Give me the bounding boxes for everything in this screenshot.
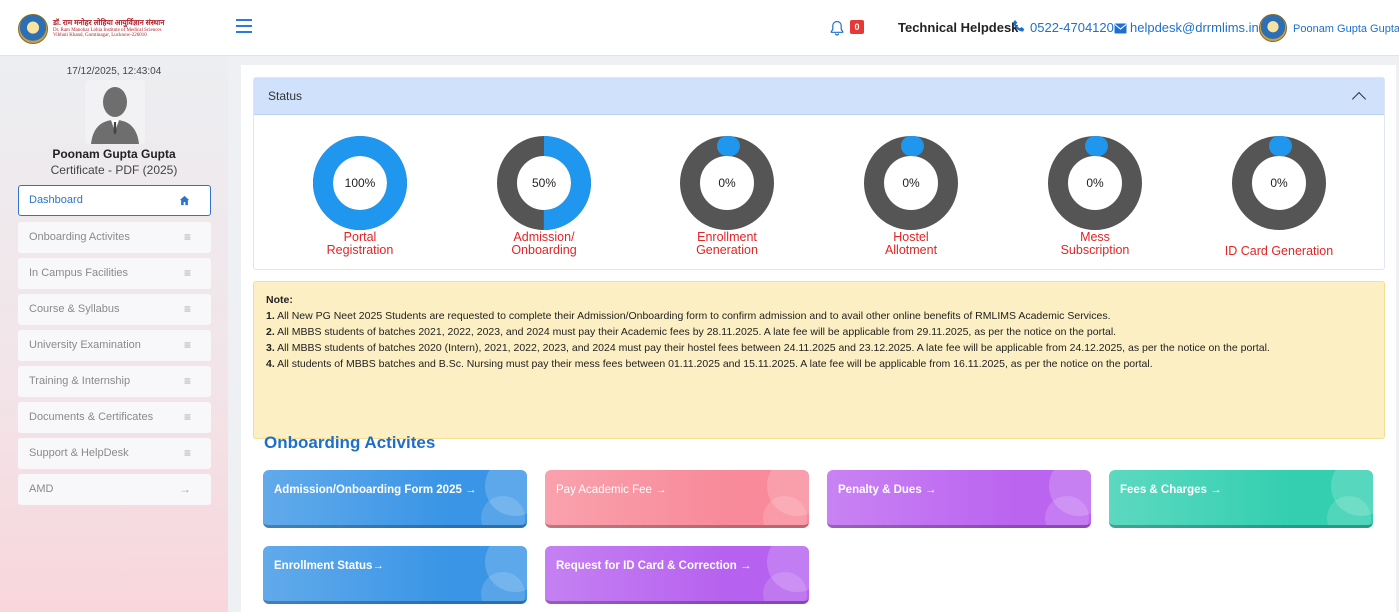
status-donut-label: Portal Registration [326,230,394,257]
onboarding-section-title: Onboarding Activites [264,433,436,452]
status-donut-value: 100% [344,176,376,190]
card-label: Penalty & Dues → [838,484,937,496]
status-donut-4: 0% [1048,136,1142,230]
sidebar-item-dashboard[interactable]: Dashboard [18,185,211,216]
card-label: Request for ID Card & Correction → [556,560,752,572]
sidebar-item-university-examination[interactable]: University Examination ≡ [18,330,211,361]
student-name: Poonam Gupta Gupta [52,147,176,161]
status-donut-label: ID Card Generation [1224,244,1334,258]
admission-onboarding-form-card[interactable]: Admission/Onboarding Form 2025 → [263,470,527,528]
sidebar-item-label: Dashboard [29,194,83,206]
notice-line-2: 2. All MBBS students of batches 2021, 20… [266,326,1117,338]
sidebar: 17/12/2025, 12:43:04 Poonam Gupta Gupta … [0,56,228,612]
user-menu-dropdown[interactable]: Poonam Gupta Gupta ▾ [1293,22,1399,35]
status-panel-title: Status [268,89,303,103]
sidebar-item-label: Course & Syllabus [29,303,120,315]
top-bar: डॉ. राम मनोहर लोहिया आयुर्विज्ञान संस्था… [0,0,1399,56]
sidebar-item-label: Support & HelpDesk [29,447,129,459]
mail-icon [1114,21,1127,34]
notice-title: Note: [266,294,293,306]
chevron-up-icon[interactable] [1351,91,1367,107]
status-donut-value: 50% [531,176,557,190]
card-label: Enrollment Status→ [274,560,384,572]
card-label: Fees & Charges → [1120,484,1222,496]
status-donut-label: Mess Subscription [1060,230,1130,257]
notification-count-badge[interactable]: 0 [850,20,864,34]
helpdesk-phone[interactable]: 0522-4704120 [1030,20,1114,35]
main-content: Status 100% Portal Registration 50% Admissio… [241,65,1396,612]
card-label: Admission/Onboarding Form 2025 → [274,484,477,496]
status-panel: Status 100% Portal Registration 50% Admissio… [253,77,1385,270]
sidebar-item-in-campus-facilities[interactable]: In Campus Facilities ≡ [18,258,211,289]
request-id-card-correction-card[interactable]: Request for ID Card & Correction → [545,546,809,604]
profile-photo [85,80,145,144]
status-donut-2: 0% [680,136,774,230]
sidebar-item-label: Documents & Certificates [29,411,154,423]
fees-charges-card[interactable]: Fees & Charges → [1109,470,1373,528]
menu-toggle-icon[interactable] [236,19,252,33]
status-donut-3: 0% [864,136,958,230]
sidebar-item-documents-certificates[interactable]: Documents & Certificates ≡ [18,402,211,433]
helpdesk-label: Technical Helpdesk [898,20,1019,35]
menu-icon: ≡ [183,410,191,424]
status-donut-0: 100% [313,136,407,230]
sidebar-item-label: In Campus Facilities [29,267,129,279]
institute-seal-icon [18,14,48,44]
sidebar-item-label: University Examination [29,339,141,351]
phone-icon [1012,19,1026,33]
logo-line-hindi: डॉ. राम मनोहर लोहिया आयुर्विज्ञान संस्था… [53,18,165,28]
status-panel-header[interactable]: Status [254,78,1384,115]
sidebar-item-amd[interactable]: AMD → [18,474,211,505]
sidebar-item-label: Onboarding Activites [29,231,130,243]
arrow-right-icon: → [179,482,191,496]
sidebar-item-support-helpdesk[interactable]: Support & HelpDesk ≡ [18,438,211,469]
status-donut-label: Enrollment Generation [696,230,758,257]
sidebar-item-label: AMD [29,483,54,495]
menu-icon: ≡ [183,446,191,460]
card-label: Pay Academic Fee → [556,484,667,496]
pay-academic-fee-card[interactable]: Pay Academic Fee → [545,470,809,528]
bell-icon[interactable] [830,20,844,36]
institute-logo[interactable]: डॉ. राम मनोहर लोहिया आयुर्विज्ञान संस्था… [18,14,164,44]
menu-icon: ≡ [183,266,191,280]
status-donut-5: 0% [1232,136,1326,230]
sidebar-item-onboarding-activites[interactable]: Onboarding Activites ≡ [18,222,211,253]
sidebar-item-training-internship[interactable]: Training & Internship ≡ [18,366,211,397]
status-donut-value: 0% [718,176,736,190]
logo-line-address: Vibhuti Khand, Gomtinagar, Lucknow-22601… [53,33,147,39]
helpdesk-email[interactable]: helpdesk@drrmlims.in [1130,20,1259,35]
notice-line-4: 4. All students of MBBS batches and B.Sc… [266,358,1153,370]
status-donut-label: Admission/Onboarding [511,230,577,257]
notice-box: Note: 1. All New PG Neet 2025 Students a… [253,281,1385,439]
status-donut-value: 0% [1270,176,1288,190]
menu-icon: ≡ [183,230,191,244]
status-donut-1: 50% [497,136,591,230]
student-program: Certificate - PDF (2025) [50,163,178,177]
status-donut-value: 0% [1086,176,1104,190]
notice-line-3: 3. All MBBS students of batches 2020 (In… [266,342,1270,354]
user-avatar[interactable] [1259,14,1287,42]
sidebar-item-course-syllabus[interactable]: Course & Syllabus ≡ [18,294,211,325]
sidebar-item-label: Training & Internship [29,375,131,387]
penalty-dues-card[interactable]: Penalty & Dues → [827,470,1091,528]
notice-line-1: 1. All New PG Neet 2025 Students are req… [266,310,1111,322]
enrollment-status-card[interactable]: Enrollment Status→ [263,546,527,604]
menu-icon: ≡ [183,338,191,352]
menu-icon: ≡ [183,302,191,316]
status-donut-label: Hostel Allotment [884,230,938,257]
current-datetime: 17/12/2025, 12:43:04 [66,66,162,77]
status-donut-value: 0% [902,176,920,190]
menu-icon: ≡ [183,374,191,388]
home-icon [179,186,190,215]
